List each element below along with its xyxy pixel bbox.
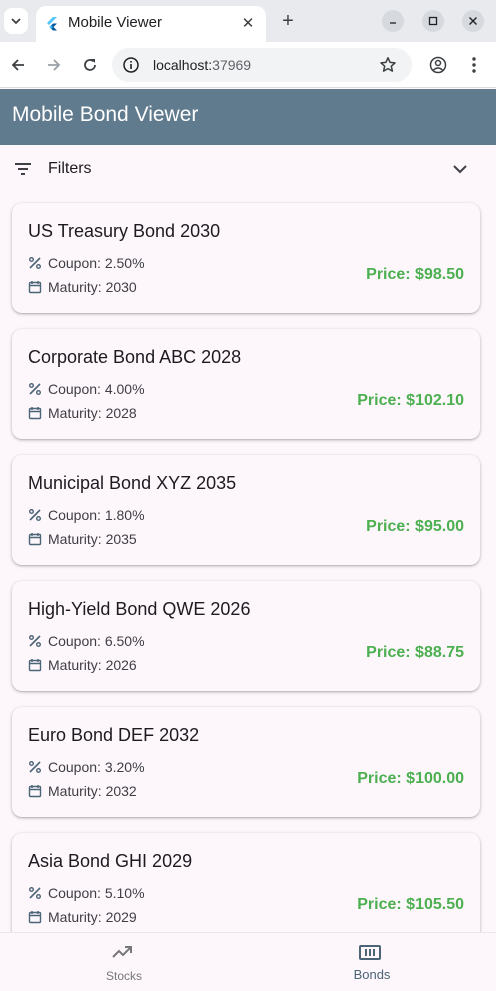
bond-name: US Treasury Bond 2030: [28, 221, 221, 241]
coupon-text: Coupon: 5.10%: [48, 885, 145, 901]
maturity-text: Maturity: 2030: [48, 279, 137, 295]
coupon-row: Coupon: 6.50%: [28, 632, 145, 650]
coupon-text: Coupon: 6.50%: [48, 633, 145, 649]
coupon-row: Coupon: 5.10%: [28, 884, 145, 902]
minimize-icon: [390, 22, 396, 24]
nav-stocks-label: Stocks: [105, 969, 142, 983]
tab-search-button[interactable]: [4, 8, 28, 34]
bond-card[interactable]: Municipal Bond XYZ 2035 Coupon: 1.80% Ma…: [12, 455, 480, 565]
close-tab-icon[interactable]: ✕: [238, 13, 258, 33]
minimize-button[interactable]: [382, 10, 404, 32]
reload-button[interactable]: [78, 53, 102, 77]
bond-name: Municipal Bond XYZ 2035: [28, 473, 237, 493]
browser-tab-bar: Mobile Viewer ✕ +: [0, 0, 496, 42]
more-vert-icon: [472, 57, 476, 73]
maturity-row: Maturity: 2030: [28, 278, 137, 296]
bond-price: Price: $100.00: [357, 770, 464, 787]
bond-price: Price: $88.75: [366, 644, 464, 661]
coupon-row: Coupon: 1.80%: [28, 506, 145, 524]
percent-icon: [29, 509, 41, 521]
site-info-icon[interactable]: [122, 56, 140, 74]
nav-bonds[interactable]: Bonds: [248, 933, 496, 991]
filters-label: Filters: [48, 160, 92, 177]
tab-title: Mobile Viewer: [68, 14, 162, 31]
bond-price: Price: $98.50: [366, 266, 464, 283]
bond-card[interactable]: Euro Bond DEF 2032 Coupon: 3.20% Maturit…: [12, 707, 480, 817]
browser-tab[interactable]: Mobile Viewer ✕: [36, 6, 266, 42]
trending-up-icon: [112, 946, 132, 958]
maturity-text: Maturity: 2035: [48, 531, 137, 547]
percent-icon: [29, 635, 41, 647]
maturity-row: Maturity: 2026: [28, 656, 137, 674]
maturity-row: Maturity: 2035: [28, 530, 137, 548]
filter-list-icon: [15, 163, 31, 175]
coupon-row: Coupon: 3.20%: [28, 758, 145, 776]
coupon-text: Coupon: 2.50%: [48, 255, 145, 271]
bond-card[interactable]: Asia Bond GHI 2029 Coupon: 5.10% Maturit…: [12, 833, 480, 932]
calendar-icon: [28, 911, 42, 924]
maximize-button[interactable]: [422, 10, 444, 32]
nav-bonds-label: Bonds: [353, 967, 391, 982]
coupon-row: Coupon: 4.00%: [28, 380, 145, 398]
back-button[interactable]: [6, 53, 30, 77]
menu-button[interactable]: [462, 53, 486, 77]
maturity-text: Maturity: 2029: [48, 909, 137, 925]
bond-name: Euro Bond DEF 2032: [28, 725, 200, 745]
maximize-icon: [428, 16, 438, 26]
bond-icon: [359, 945, 381, 960]
address-bar[interactable]: localhost:37969: [112, 48, 412, 82]
new-tab-button[interactable]: +: [276, 9, 300, 33]
maturity-text: Maturity: 2026: [48, 657, 137, 673]
coupon-row: Coupon: 2.50%: [28, 254, 145, 272]
forward-button[interactable]: [42, 53, 66, 77]
maturity-text: Maturity: 2028: [48, 405, 137, 421]
bond-price: Price: $105.50: [357, 896, 464, 913]
bond-list[interactable]: US Treasury Bond 2030 Coupon: 2.50% Matu…: [0, 193, 496, 932]
profile-button[interactable]: [426, 53, 450, 77]
chevron-down-icon: [11, 18, 21, 25]
maturity-row: Maturity: 2029: [28, 908, 137, 926]
maturity-row: Maturity: 2028: [28, 404, 137, 422]
calendar-icon: [28, 785, 42, 798]
arrow-right-icon: [48, 59, 61, 71]
arrow-left-icon: [11, 59, 24, 71]
bond-name: Asia Bond GHI 2029: [28, 851, 193, 871]
bond-name: Corporate Bond ABC 2028: [28, 347, 242, 367]
bottom-navigation: Stocks Bonds: [0, 932, 496, 991]
close-window-button[interactable]: [462, 10, 484, 32]
url-text: localhost:37969: [153, 57, 252, 73]
maturity-row: Maturity: 2032: [28, 782, 137, 800]
reload-icon: [84, 59, 96, 71]
coupon-text: Coupon: 3.20%: [48, 759, 145, 775]
app-bar: Mobile Bond Viewer: [0, 89, 496, 145]
bond-card[interactable]: US Treasury Bond 2030 Coupon: 2.50% Matu…: [12, 203, 480, 313]
coupon-text: Coupon: 4.00%: [48, 381, 145, 397]
flutter-icon: [47, 17, 57, 31]
percent-icon: [29, 257, 41, 269]
calendar-icon: [28, 533, 42, 546]
page-title: Mobile Bond Viewer: [12, 103, 199, 126]
star-icon: [380, 57, 396, 72]
account-icon: [429, 56, 447, 74]
percent-icon: [29, 383, 41, 395]
percent-icon: [29, 887, 41, 899]
bond-price: Price: $102.10: [357, 392, 464, 409]
bond-card[interactable]: High-Yield Bond QWE 2026 Coupon: 6.50% M…: [12, 581, 480, 691]
chevron-down-icon[interactable]: [450, 161, 470, 177]
filters-expander[interactable]: Filters: [0, 145, 496, 193]
bond-name: High-Yield Bond QWE 2026: [28, 599, 251, 619]
calendar-icon: [28, 659, 42, 672]
browser-toolbar: localhost:37969: [0, 42, 496, 88]
bookmark-button[interactable]: [376, 53, 400, 77]
calendar-icon: [28, 281, 42, 294]
nav-stocks[interactable]: Stocks: [0, 933, 248, 991]
percent-icon: [29, 761, 41, 773]
maturity-text: Maturity: 2032: [48, 783, 137, 799]
coupon-text: Coupon: 1.80%: [48, 507, 145, 523]
close-icon: [469, 17, 477, 25]
calendar-icon: [28, 407, 42, 420]
bond-price: Price: $95.00: [366, 518, 464, 535]
bond-card[interactable]: Corporate Bond ABC 2028 Coupon: 4.00% Ma…: [12, 329, 480, 439]
